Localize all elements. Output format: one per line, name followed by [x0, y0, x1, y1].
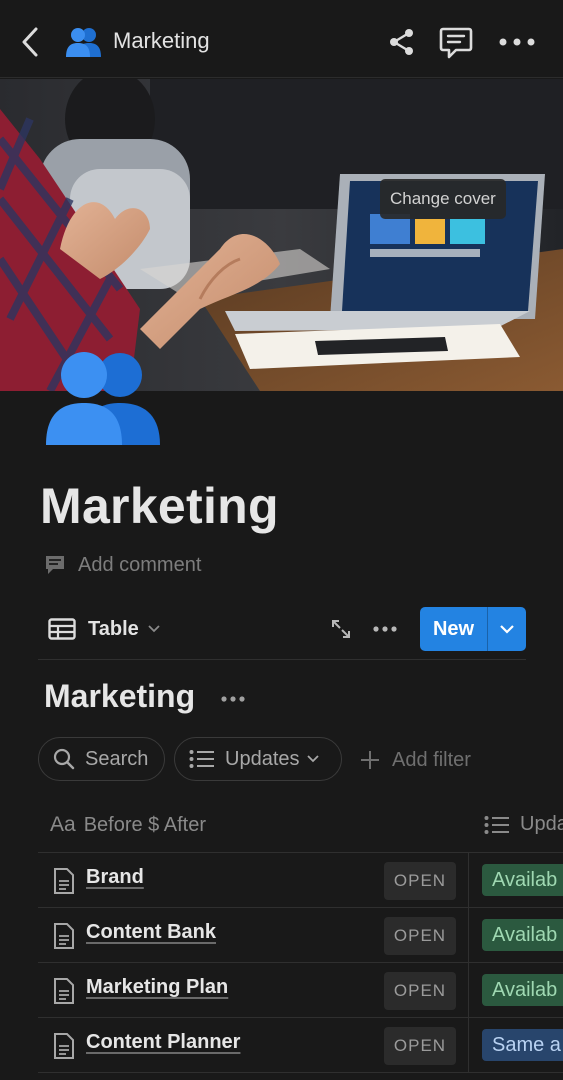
- row-title[interactable]: Brand: [86, 866, 144, 889]
- add-comment-button[interactable]: Add comment: [44, 550, 201, 580]
- plus-icon: [361, 751, 379, 769]
- topbar-title: Marketing: [113, 28, 210, 53]
- column-divider: [468, 853, 469, 908]
- new-dropdown-button[interactable]: [488, 607, 526, 651]
- column-divider: [468, 1018, 469, 1073]
- row-title[interactable]: Content Planner: [86, 1031, 240, 1054]
- open-button[interactable]: OPEN: [384, 862, 456, 900]
- row-title[interactable]: Content Bank: [86, 921, 216, 944]
- expand-icon: [332, 620, 350, 638]
- status-tag[interactable]: Availab: [482, 864, 563, 896]
- column-name-label: Before $ After: [83, 813, 206, 836]
- status-tag[interactable]: Same a: [482, 1029, 563, 1061]
- column-updates-label: Upda: [520, 813, 563, 835]
- table-row[interactable]: Marketing Plan OPEN Availab: [38, 963, 563, 1018]
- chevron-down-icon: [306, 755, 319, 763]
- table-header: Aa Before $ After Upda: [38, 799, 563, 853]
- chevron-left-icon: [22, 27, 38, 57]
- open-button[interactable]: OPEN: [384, 972, 456, 1010]
- column-header-updates[interactable]: Upda: [484, 813, 563, 836]
- page-icon: [54, 978, 74, 1004]
- table-row[interactable]: Brand OPEN Availab: [38, 853, 563, 908]
- comments-button[interactable]: [437, 24, 475, 62]
- chevron-down-icon: [148, 625, 160, 633]
- search-chip[interactable]: Search: [38, 737, 165, 781]
- table-row[interactable]: Content Bank OPEN Availab: [38, 908, 563, 963]
- ellipsis-icon: [221, 696, 245, 702]
- comment-icon: [46, 556, 64, 574]
- table-row[interactable]: Content Planner OPEN Same a: [38, 1018, 563, 1073]
- page-title[interactable]: Marketing: [40, 477, 279, 535]
- people-emoji-icon: [66, 24, 102, 58]
- column-header-name[interactable]: Aa Before $ After: [50, 813, 206, 837]
- page-icon: [54, 1033, 74, 1059]
- open-button[interactable]: OPEN: [384, 917, 456, 955]
- view-label: Table: [88, 617, 139, 640]
- add-comment-label: Add comment: [78, 553, 202, 576]
- chevron-down-icon: [500, 625, 514, 634]
- view-bar: Table New: [38, 606, 526, 660]
- more-options-button[interactable]: [496, 26, 538, 58]
- share-icon: [390, 29, 413, 55]
- page-icon: [54, 923, 74, 949]
- page-emoji-icon[interactable]: [44, 345, 162, 445]
- ellipsis-icon: [499, 38, 535, 46]
- database-title[interactable]: Marketing: [44, 678, 195, 715]
- page-icon: [54, 868, 74, 894]
- view-switcher[interactable]: Table: [48, 614, 161, 644]
- share-button[interactable]: [386, 24, 418, 60]
- new-button-label[interactable]: New: [420, 607, 488, 651]
- add-filter-button[interactable]: Add filter: [360, 745, 471, 775]
- updates-filter-chip[interactable]: Updates: [174, 737, 342, 781]
- back-button[interactable]: [14, 22, 46, 62]
- database-table: Aa Before $ After Upda Brand OPEN Availa…: [38, 799, 563, 1073]
- expand-button[interactable]: [328, 616, 354, 642]
- comment-icon: [439, 27, 473, 59]
- row-title[interactable]: Marketing Plan: [86, 976, 228, 999]
- search-label: Search: [85, 747, 149, 770]
- open-button[interactable]: OPEN: [384, 1027, 456, 1065]
- status-tag[interactable]: Availab: [482, 974, 563, 1006]
- column-divider: [468, 908, 469, 963]
- search-icon: [53, 748, 75, 770]
- view-more-button[interactable]: [370, 616, 400, 642]
- change-cover-button[interactable]: Change cover: [380, 179, 506, 219]
- status-tag[interactable]: Availab: [482, 919, 563, 951]
- table-icon: [48, 618, 76, 640]
- updates-label: Updates: [225, 747, 300, 770]
- ellipsis-icon: [373, 626, 397, 632]
- text-property-icon: Aa: [50, 813, 76, 836]
- top-bar: Marketing: [0, 0, 563, 78]
- list-icon: [189, 750, 214, 768]
- list-icon: [484, 815, 509, 834]
- new-button[interactable]: New: [420, 607, 526, 651]
- database-more-button[interactable]: [218, 686, 248, 712]
- add-filter-label: Add filter: [392, 748, 471, 771]
- column-divider: [468, 963, 469, 1018]
